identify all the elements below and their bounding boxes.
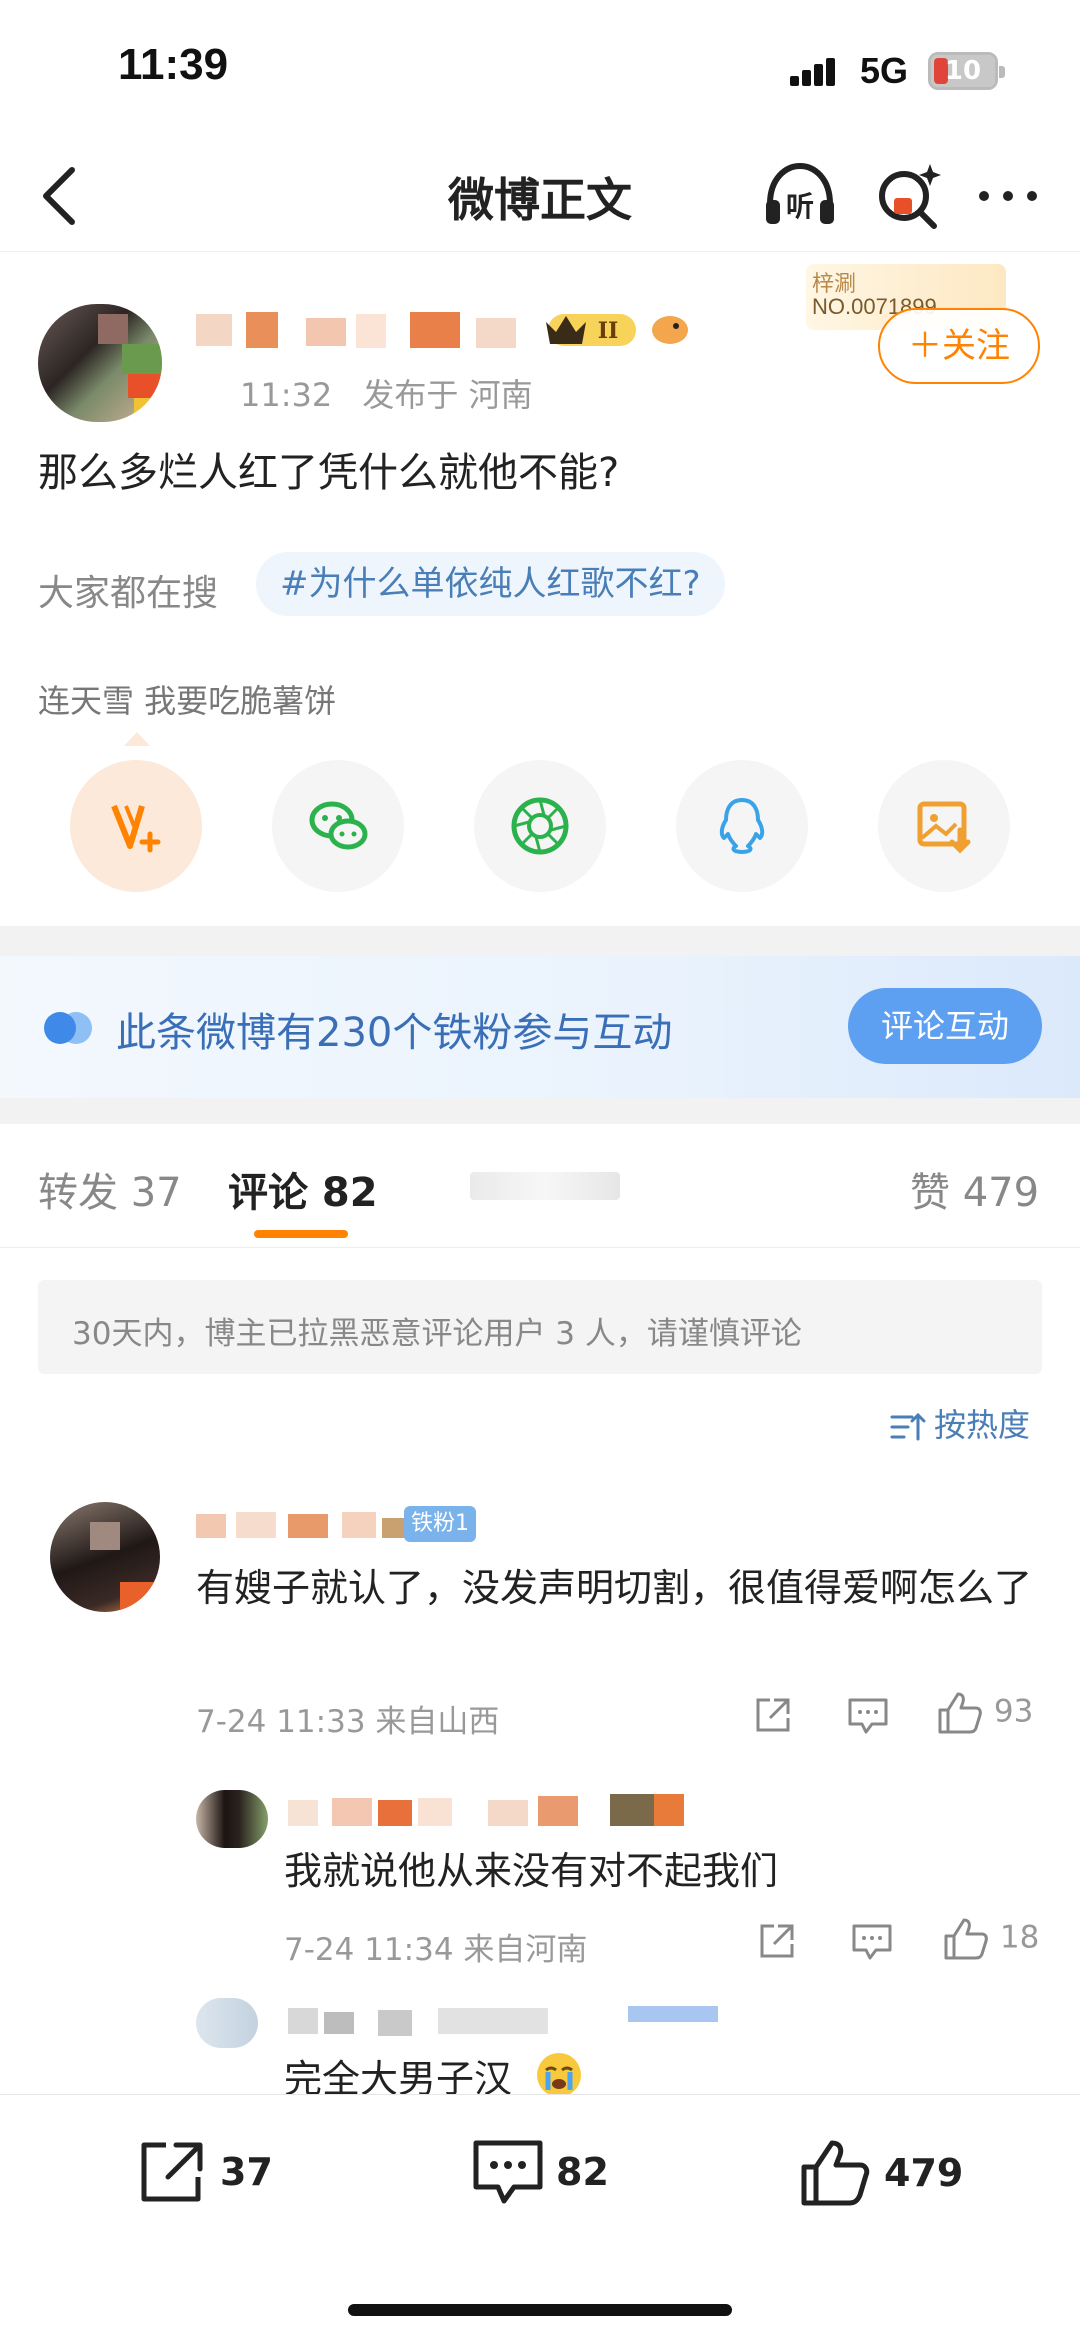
battery-level: 10 bbox=[944, 56, 982, 86]
commenter-avatar[interactable] bbox=[50, 1502, 160, 1612]
comment-interact-button[interactable]: 评论互动 bbox=[848, 988, 1042, 1064]
headphone-icon: 听 bbox=[766, 162, 834, 224]
post-meta: 11:32 发布于 河南 bbox=[240, 370, 533, 416]
comment-meta: 7-24 11:33 来自山西 bbox=[196, 1704, 500, 1740]
network-type: 5G bbox=[860, 50, 909, 91]
author-name-blurred[interactable] bbox=[196, 308, 536, 358]
share-qq-button[interactable] bbox=[676, 760, 808, 892]
post-location: 发布于 河南 bbox=[362, 376, 533, 414]
tab-comments[interactable]: 评论 82 bbox=[228, 1160, 378, 1218]
fish-icon bbox=[652, 316, 688, 344]
comment-like-count: 93 bbox=[993, 1693, 1034, 1730]
commenter-name-blurred[interactable] bbox=[196, 1510, 410, 1542]
wechat-icon bbox=[309, 801, 368, 850]
save-image-button[interactable] bbox=[878, 760, 1010, 892]
reply-share-button[interactable] bbox=[756, 1920, 798, 1962]
svg-text:听: 听 bbox=[786, 190, 814, 223]
reply-comment-button[interactable] bbox=[850, 1920, 894, 1962]
section-divider bbox=[0, 926, 1080, 956]
author-avatar[interactable] bbox=[38, 304, 162, 422]
share-moments-button[interactable] bbox=[474, 760, 606, 892]
ai-search-button[interactable] bbox=[872, 158, 948, 234]
hot-search-label: 大家都在搜 bbox=[38, 573, 219, 614]
comment-reply-button[interactable] bbox=[846, 1694, 890, 1736]
qq-icon bbox=[719, 798, 765, 854]
reply-name-blurred[interactable] bbox=[288, 1792, 708, 1830]
more-dots-icon bbox=[979, 191, 1037, 201]
reply-like-count: 18 bbox=[999, 1919, 1040, 1956]
crying-emoji-icon bbox=[537, 2053, 581, 2097]
reply-avatar[interactable] bbox=[196, 1998, 258, 2048]
bottom-like-count: 479 bbox=[884, 2151, 964, 2195]
nav-header: 微博正文 听 bbox=[0, 140, 1080, 252]
share-wechat-button[interactable] bbox=[272, 760, 404, 892]
section-divider bbox=[0, 1098, 1080, 1124]
iron-fan-badge: 铁粉1 bbox=[404, 1506, 476, 1542]
bottom-comment-count: 82 bbox=[556, 2150, 609, 2194]
bottom-repost-button[interactable]: 37 bbox=[134, 2137, 273, 2217]
thumbs-up-icon bbox=[801, 2140, 870, 2206]
bottom-comment-button[interactable]: 82 bbox=[470, 2137, 609, 2217]
tab-repost[interactable]: 转发 37 bbox=[38, 1160, 182, 1218]
tab-likes[interactable]: 赞 479 bbox=[910, 1160, 1039, 1218]
status-bar: 11:39 5G 10 bbox=[0, 0, 1080, 140]
sort-icon bbox=[890, 1412, 926, 1441]
share-weibo-button[interactable] bbox=[70, 760, 202, 892]
comment-icon bbox=[473, 2140, 543, 2204]
home-indicator bbox=[348, 2304, 732, 2316]
tab-bar: 转发 37 评论 82 赞 479 bbox=[0, 1124, 1080, 1248]
reply-meta: 7-24 11:34 来自河南 bbox=[284, 1932, 588, 1968]
share-hint: 连天雪 我要吃脆薯饼 bbox=[38, 682, 337, 720]
more-button[interactable] bbox=[970, 158, 1046, 234]
comment-icon bbox=[848, 1698, 888, 1734]
comment-text: 有嫂子就认了，没发声明切割，很值得爱啊怎么了 bbox=[196, 1566, 1033, 1610]
listen-button[interactable]: 听 bbox=[760, 158, 840, 234]
post-time: 11:32 bbox=[240, 376, 333, 414]
reply-like-button[interactable]: 18 bbox=[942, 1916, 1039, 1962]
thumbs-up-icon bbox=[944, 1918, 988, 1960]
notice-text: 30天内，博主已拉黑恶意评论用户 3 人，请谨慎评论 bbox=[72, 1316, 802, 1352]
comment-icon bbox=[852, 1924, 892, 1960]
iron-fan-banner: 此条微博有230个铁粉参与互动 评论互动 bbox=[0, 956, 1080, 1098]
svg-text:II: II bbox=[598, 318, 619, 344]
share-icon bbox=[756, 1698, 790, 1732]
save-image-icon bbox=[917, 801, 971, 854]
fans-interact-icon bbox=[44, 1012, 92, 1044]
sort-button[interactable]: 按热度 bbox=[890, 1400, 1030, 1450]
share-icon bbox=[760, 1924, 794, 1958]
vip-crown-badge: II bbox=[546, 314, 636, 346]
banner-text: 此条微博有230个铁粉参与互动 bbox=[116, 1010, 673, 1056]
follow-button[interactable]: ＋关注 bbox=[878, 308, 1040, 384]
repost-icon bbox=[141, 2142, 203, 2202]
reply-name-blurred[interactable] bbox=[288, 2004, 738, 2038]
comment-share-button[interactable] bbox=[752, 1694, 794, 1736]
bottom-like-button[interactable]: 479 bbox=[798, 2137, 963, 2217]
thumbs-up-icon bbox=[938, 1692, 982, 1734]
bottom-action-bar: 37 82 479 bbox=[0, 2094, 1080, 2338]
battery-icon: 10 bbox=[928, 52, 1005, 90]
active-tab-indicator bbox=[254, 1230, 348, 1238]
signal-icon bbox=[790, 56, 846, 86]
comment-like-button[interactable]: 93 bbox=[936, 1690, 1033, 1736]
weibo-repost-icon bbox=[111, 804, 161, 853]
pointer-caret bbox=[124, 732, 150, 746]
share-row bbox=[0, 752, 1080, 892]
topic-chip[interactable]: #为什么单依纯人红歌不红? bbox=[256, 552, 725, 616]
block-notice: 30天内，博主已拉黑恶意评论用户 3 人，请谨慎评论 bbox=[38, 1280, 1042, 1374]
sort-label: 按热度 bbox=[934, 1406, 1031, 1444]
status-time: 11:39 bbox=[118, 40, 229, 89]
reply-avatar[interactable] bbox=[196, 1790, 268, 1848]
moments-icon bbox=[511, 797, 569, 855]
post-text: 那么多烂人红了凭什么就他不能? bbox=[38, 450, 620, 496]
bottom-repost-count: 37 bbox=[220, 2150, 273, 2194]
ai-search-icon bbox=[879, 164, 941, 229]
tab-blurred-element bbox=[470, 1172, 620, 1200]
reply-text: 我就说他从来没有对不起我们 bbox=[284, 1849, 779, 1893]
